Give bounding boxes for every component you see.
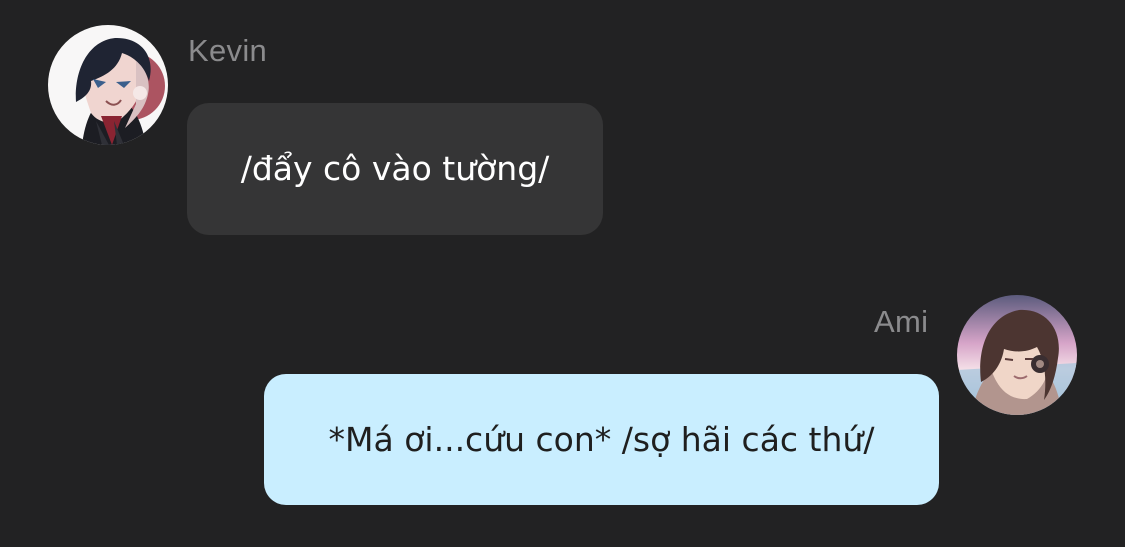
anime-girl-avatar-icon <box>957 295 1077 415</box>
message-bubble[interactable]: /đẩy cô vào tường/ <box>187 103 603 235</box>
sender-name: Kevin <box>188 33 268 68</box>
sender-name: Ami <box>874 304 929 339</box>
avatar[interactable] <box>48 25 168 145</box>
message-bubble[interactable]: *Má ơi...cứu con* /sợ hãi các thứ/ <box>264 374 939 505</box>
avatar[interactable] <box>957 295 1077 415</box>
chat-view: Kevin /đẩy cô vào tường/ Ami *Má ơi...cứ… <box>0 0 1125 547</box>
message-row-outgoing: Ami *Má ơi...cứu con* /sợ hãi các thứ/ <box>0 0 1125 505</box>
anime-boy-avatar-icon <box>48 25 168 145</box>
